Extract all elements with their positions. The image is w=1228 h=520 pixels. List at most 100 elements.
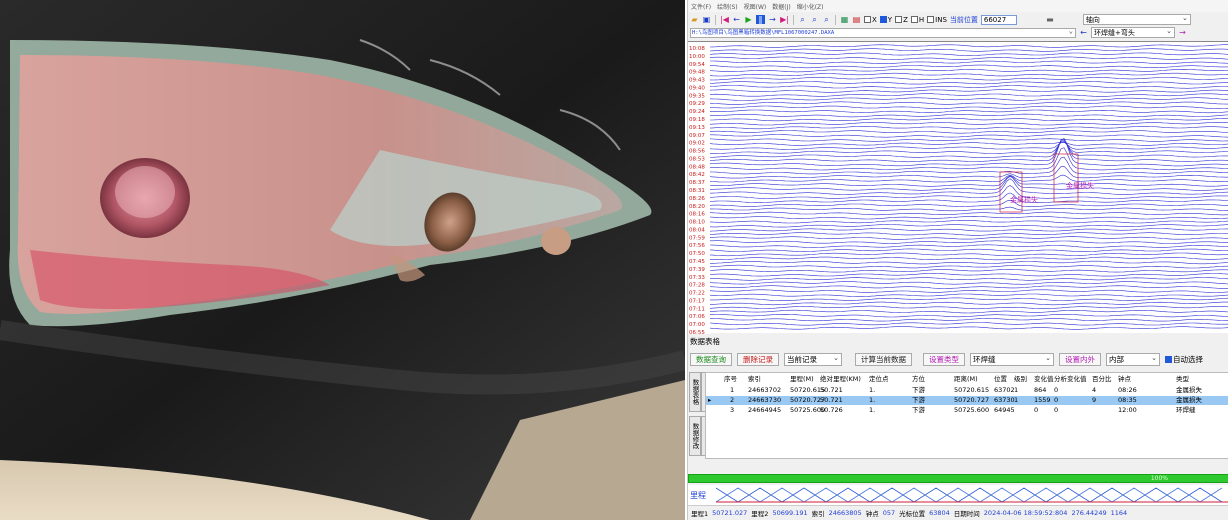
checkbox-x-box[interactable] <box>864 16 871 23</box>
defect-annotation: 金属损失 <box>1066 181 1094 190</box>
tab-data-edit[interactable]: 数据修改 <box>689 416 701 456</box>
menu-view[interactable]: 视图(W) <box>744 2 767 11</box>
signal-trace <box>709 101 1228 105</box>
marker-icon[interactable]: ▤ <box>852 15 861 24</box>
status-clock-label: 钟点 <box>865 510 879 518</box>
time-axis-label: 09:24 <box>689 109 705 115</box>
time-axis-label: 07:33 <box>689 275 705 281</box>
menu-data[interactable]: 数据(J) <box>772 2 790 11</box>
time-axis-label: 07:45 <box>689 259 705 265</box>
save-icon[interactable]: ▣ <box>702 15 711 24</box>
weld-type-select[interactable]: 环焊缝+弯头 <box>1091 26 1175 38</box>
toolbar: ▰ ▣ |◀ ← ▶ ‖ → ▶| ⌕ ⌕ ⌕ ▦ ▤ X Y Z H INS … <box>688 12 1228 27</box>
table-cell: 50.726 <box>820 406 843 414</box>
checkbox-y-box[interactable] <box>879 16 887 23</box>
checkbox-h-box[interactable] <box>910 16 918 23</box>
mileage-chart[interactable] <box>688 485 1228 505</box>
next-icon[interactable]: → <box>768 15 777 24</box>
pipe-corrosion-photo <box>0 0 685 520</box>
record-scope-select[interactable]: 当前记录 <box>784 352 842 366</box>
checkbox-h[interactable]: H <box>910 16 924 24</box>
checkbox-ins-box[interactable] <box>927 16 935 23</box>
prev-icon[interactable]: ← <box>732 15 741 24</box>
checkbox-z[interactable]: Z <box>895 16 908 24</box>
signal-trace <box>709 89 1228 93</box>
time-axis-label: 07:11 <box>689 306 705 312</box>
signal-trace <box>709 269 1228 273</box>
arrow-right-icon[interactable]: → <box>1178 28 1187 37</box>
checkbox-ins[interactable]: INS <box>927 16 947 24</box>
time-axis-label: 09:43 <box>689 78 705 84</box>
mileage-strip[interactable]: 里程 <box>688 485 1228 505</box>
auto-select-box[interactable] <box>1165 355 1172 363</box>
table-cell: 08:35 <box>1118 396 1137 404</box>
signal-trace <box>709 215 1228 220</box>
signal-trace <box>709 224 1228 228</box>
signal-trace <box>709 113 1228 118</box>
status-value2: 1164 <box>1110 509 1128 517</box>
checkbox-y[interactable]: Y <box>879 16 892 24</box>
checkbox-z-box[interactable] <box>895 16 903 23</box>
first-icon[interactable]: |◀ <box>720 15 729 24</box>
signal-trace <box>709 56 1228 60</box>
menu-file[interactable]: 文件(F) <box>691 2 711 11</box>
signal-trace <box>709 85 1228 89</box>
play-icon[interactable]: ▶ <box>744 15 753 24</box>
time-axis-label: 08:37 <box>689 180 705 186</box>
time-axis-label: 07:00 <box>689 322 705 328</box>
mfl-signal-plot[interactable]: 10:08 10:00 09:54 09:48 09:43 09:40 09:35 09:29… <box>688 41 1228 336</box>
signal-trace <box>709 232 1228 236</box>
set-inout-button[interactable]: 设置内外 <box>1059 352 1101 366</box>
current-position-input[interactable]: 66027 <box>980 14 1017 25</box>
open-folder-icon[interactable]: ▰ <box>690 15 699 24</box>
data-query-button[interactable]: 数据查询 <box>690 352 732 366</box>
auto-select-checkbox[interactable]: 自动选择 <box>1165 354 1203 365</box>
signal-trace <box>709 281 1228 285</box>
arrow-left-icon[interactable]: ← <box>1079 28 1088 37</box>
pause-icon[interactable]: ‖ <box>756 15 765 24</box>
signal-trace <box>709 289 1228 293</box>
col-change: 变化值 <box>1034 375 1054 383</box>
file-path-select[interactable]: H:\鸟图项目\鸟图黑箱转换数据\MFL1067000247.DAXA <box>690 27 1076 38</box>
signal-trace <box>709 293 1228 297</box>
table-cell: 24664945 <box>748 406 782 414</box>
type-select[interactable]: 环焊缝 <box>970 352 1054 366</box>
inout-select[interactable]: 内部 <box>1106 352 1160 366</box>
menu-minimize[interactable]: 缩小化(Z) <box>797 2 824 11</box>
status-index: 24663805 <box>828 509 862 517</box>
table-cell: 1 <box>1014 396 1019 404</box>
table-cell: 1. <box>869 386 876 394</box>
checkbox-x[interactable]: X <box>864 16 877 24</box>
signal-trace <box>709 105 1228 109</box>
table-cell: 50720.727 <box>954 396 990 404</box>
signal-canvas[interactable]: 10:08 10:00 09:54 09:48 09:4309:40 09:35 09:29… <box>688 42 1228 336</box>
table-cell: 0 <box>1054 386 1059 394</box>
signal-trace <box>709 72 1228 77</box>
time-axis-label: 09:40 <box>689 85 705 91</box>
table-cell: 0 <box>1054 396 1059 404</box>
delete-record-button[interactable]: 删除记录 <box>737 352 779 366</box>
row-pointer-icon: ▸ <box>708 396 712 404</box>
time-axis-label: 08:04 <box>689 227 705 233</box>
zoom-out-icon[interactable]: ⌕ <box>810 15 819 24</box>
zoom-in-icon[interactable]: ⌕ <box>822 15 831 24</box>
table-cell: 9 <box>1092 396 1097 404</box>
signal-trace <box>709 211 1228 216</box>
table-cell: 63702 <box>994 386 1015 394</box>
toolbar-divider <box>793 14 794 25</box>
set-type-button[interactable]: 设置类型 <box>923 352 965 366</box>
signal-trace <box>710 260 1228 265</box>
tab-data-table[interactable]: 数据表格 <box>689 372 701 412</box>
axis-select[interactable]: 轴向 <box>1082 13 1191 25</box>
last-icon[interactable]: ▶| <box>780 15 789 24</box>
grid-icon[interactable]: ▦ <box>840 15 849 24</box>
calc-current-button[interactable]: 计算当前数据 <box>855 352 912 366</box>
menu-draw[interactable]: 绘制(S) <box>717 2 738 11</box>
table-row[interactable]: 1 24663702 50720.615 50.721 1. 下游 50720.615 637… <box>706 386 1228 395</box>
zoom-icon[interactable]: ⌕ <box>798 15 807 24</box>
signal-trace <box>709 309 1228 314</box>
table-row[interactable]: 3 24664945 50725.600 50.726 1. 下游 50725.600 649… <box>706 406 1228 415</box>
table-row[interactable]: ▸ 2 24663730 50720.727 50.721 1. 下游 50720.727 63… <box>706 396 1228 405</box>
time-axis-label: 07:56 <box>689 243 705 249</box>
time-axis-label: 10:08 <box>689 46 705 52</box>
